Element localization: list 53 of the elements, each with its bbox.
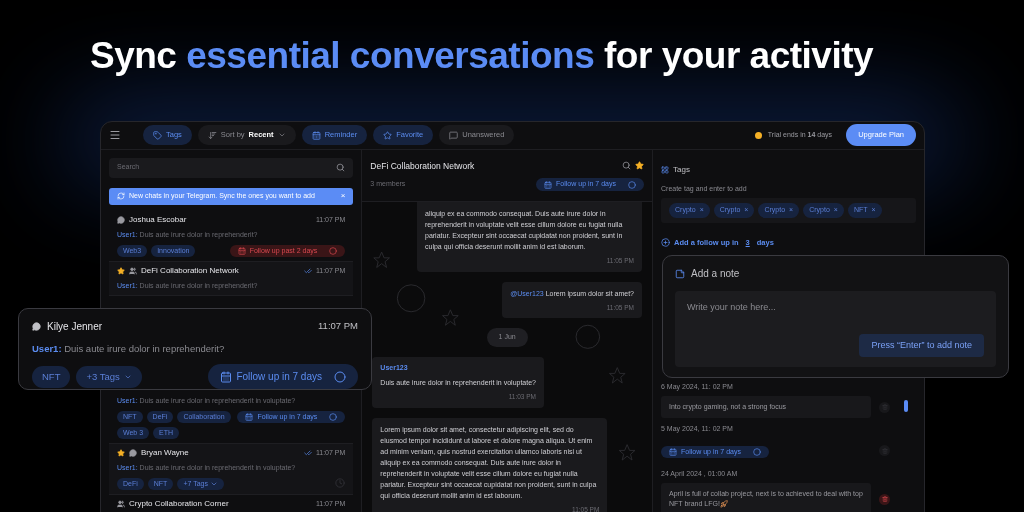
rocket-icon xyxy=(719,500,728,509)
calendar-icon xyxy=(544,180,553,189)
circle-icon xyxy=(334,370,346,383)
more-tags-button[interactable]: +3 Tags xyxy=(76,365,142,388)
tag-icon xyxy=(153,130,162,140)
chat-title: DeFi Collaboration Network xyxy=(370,159,476,173)
chat-name: Crypto Collaboration Corner xyxy=(129,498,230,509)
chat-name: Bryan Wayne xyxy=(141,447,190,458)
menu-icon[interactable] xyxy=(109,129,121,141)
circle-icon xyxy=(628,180,636,189)
star-icon xyxy=(383,130,393,140)
floating-chat-card[interactable]: Kilye Jenner 11:07 PM User1: Duis aute irure dolor in reprehenderit? NFT +3 Tags Follow up in 7 days xyxy=(18,308,372,390)
chat-bubble-icon xyxy=(129,448,137,457)
close-button[interactable]: × xyxy=(340,190,346,202)
grid-icon xyxy=(661,165,669,174)
chat-name: Kilye Jenner xyxy=(47,320,104,334)
search-icon[interactable] xyxy=(336,163,346,172)
tags-title: Tags xyxy=(673,163,690,176)
headline: Sync essential conversations for your activity xyxy=(89,34,875,78)
plus-circle-icon xyxy=(661,237,670,247)
calendar-icon xyxy=(311,130,321,140)
search-icon[interactable] xyxy=(622,161,631,171)
trash-icon xyxy=(881,404,888,411)
note-field[interactable]: Write your note here... xyxy=(687,301,984,315)
delete-button[interactable] xyxy=(879,493,890,505)
chat-name: DeFi Collaboration Network xyxy=(141,265,240,276)
trash-icon xyxy=(881,496,888,503)
circle-icon xyxy=(329,246,338,255)
follow-up-button[interactable]: Follow up in 7 days xyxy=(208,364,358,390)
sort-icon xyxy=(207,130,217,140)
chat-bubble-icon xyxy=(32,322,41,331)
trash-icon xyxy=(881,447,888,454)
note-card-title: Add a note xyxy=(691,267,740,281)
scrollbar-thumb[interactable] xyxy=(904,399,908,412)
calendar-icon xyxy=(237,246,246,255)
calendar-icon xyxy=(669,447,677,456)
circle-icon xyxy=(752,447,761,456)
sync-icon xyxy=(117,192,125,200)
calendar-icon xyxy=(220,370,233,383)
add-note-button[interactable]: Press “Enter” to add note xyxy=(859,333,984,357)
star-icon[interactable] xyxy=(635,161,644,171)
message-icon xyxy=(449,130,459,140)
chevron-down-icon xyxy=(277,131,286,139)
group-icon xyxy=(117,499,125,508)
calendar-icon xyxy=(245,412,254,421)
group-icon xyxy=(129,266,137,275)
chat-name: Joshua Escobar xyxy=(129,214,188,225)
chat-time: 11:07 PM xyxy=(318,319,358,334)
circle-icon xyxy=(329,412,338,421)
tag-chip[interactable]: NFT xyxy=(32,365,71,388)
chat-preview: User1: Duis aute irure dolor in reprehenderit? xyxy=(32,342,226,356)
note-icon xyxy=(675,268,685,279)
chat-bubble-icon xyxy=(117,215,125,224)
